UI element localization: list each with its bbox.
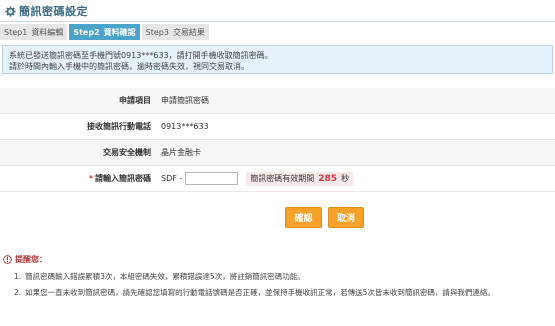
reminder-title: 提醒您： [15,255,47,264]
step-3: Step3 交易結果 [141,24,209,40]
required-mark: * [88,174,93,183]
security-label: 交易安全機制 [103,148,151,157]
step-2-current: Step2 資料確認 [69,24,140,40]
timer-label: 簡訊密碼有效期間 [250,174,315,183]
note-index: 2. [14,287,22,297]
form-row-security: 交易安全機制 晶片金融卡 [0,140,555,166]
notice-line-2: 請於時間內輸入手機中的簡訊密碼，逾時密碼失效，視同交易取消。 [9,62,249,71]
otp-input[interactable] [185,172,239,185]
step-label: 資料編輯 [31,27,64,37]
step-number: Step3 [145,27,169,37]
list-item: 2. 如果您一直未收到簡訊密碼，請先確認您填寫的行動電話號碼是否正確，並保持手機… [14,284,554,300]
page-header: 簡訊密碼設定 [0,0,555,22]
confirm-button[interactable]: 確認 [285,207,322,228]
cancel-button[interactable]: 取消 [328,207,364,228]
step-label: 資料確認 [103,27,136,37]
otp-label-text: 請輸入簡訊密碼 [95,174,151,183]
otp-field-group: SDF - 簡訊密碼有效期間 285 秒 [161,171,354,186]
gear-icon [5,5,16,17]
step-indicator: Step1 資料編輯 Step2 資料確認 Step3 交易結果 [0,24,211,40]
reminder-header: 提醒您： [3,254,47,265]
title-divider [0,21,555,22]
step-number: Step1 [4,27,28,37]
security-value: 晶片金融卡 [161,148,201,157]
item-value: 申請簡訊密碼 [161,96,209,105]
note-index: 1. [14,271,22,281]
otp-timer: 簡訊密碼有效期間 285 秒 [246,171,354,186]
notice-line-1: 系統已發送簡訊密碼至手機門號0913***633，請打開手機收取簡訊密碼。 [9,51,273,60]
timer-unit: 秒 [341,174,350,183]
info-circle-icon [3,255,12,264]
phone-value: 0913***633 [161,122,209,131]
phone-label: 接收簡訊行動電話 [87,122,151,131]
reminder-notes: 1. 簡訊密碼輸入錯誤累積3次，本組密碼失效，累積錯誤達5次，將註銷簡訊密碼功能… [14,268,554,300]
form-row-phone: 接收簡訊行動電話 0913***633 [0,114,555,140]
step-1: Step1 資料編輯 [0,24,68,40]
form-row-item: 申請項目 申請簡訊密碼 [0,88,555,114]
step-number: Step2 [73,27,100,37]
note-text: 如果您一直未收到簡訊密碼，請先確認您填寫的行動電話號碼是否正確，並保持手機收訊正… [25,287,495,297]
step-label: 交易結果 [172,27,205,37]
list-item: 1. 簡訊密碼輸入錯誤累積3次，本組密碼失效，累積錯誤達5次，將註銷簡訊密碼功能… [14,268,554,284]
page-title: 簡訊密碼設定 [19,5,88,18]
timer-seconds: 285 [318,173,338,184]
otp-prefix: SDF - [161,174,183,183]
item-label: 申請項目 [119,96,151,105]
sms-sent-notice: 系統已發送簡訊密碼至手機門號0913***633，請打開手機收取簡訊密碼。 請於… [2,45,553,74]
note-text: 簡訊密碼輸入錯誤累積3次，本組密碼失效，累積錯誤達5次，將註銷簡訊密碼功能。 [25,271,305,281]
otp-label: * 請輸入簡訊密碼 [0,173,161,184]
form-row-otp: * 請輸入簡訊密碼 SDF - 簡訊密碼有效期間 285 秒 [0,166,555,192]
